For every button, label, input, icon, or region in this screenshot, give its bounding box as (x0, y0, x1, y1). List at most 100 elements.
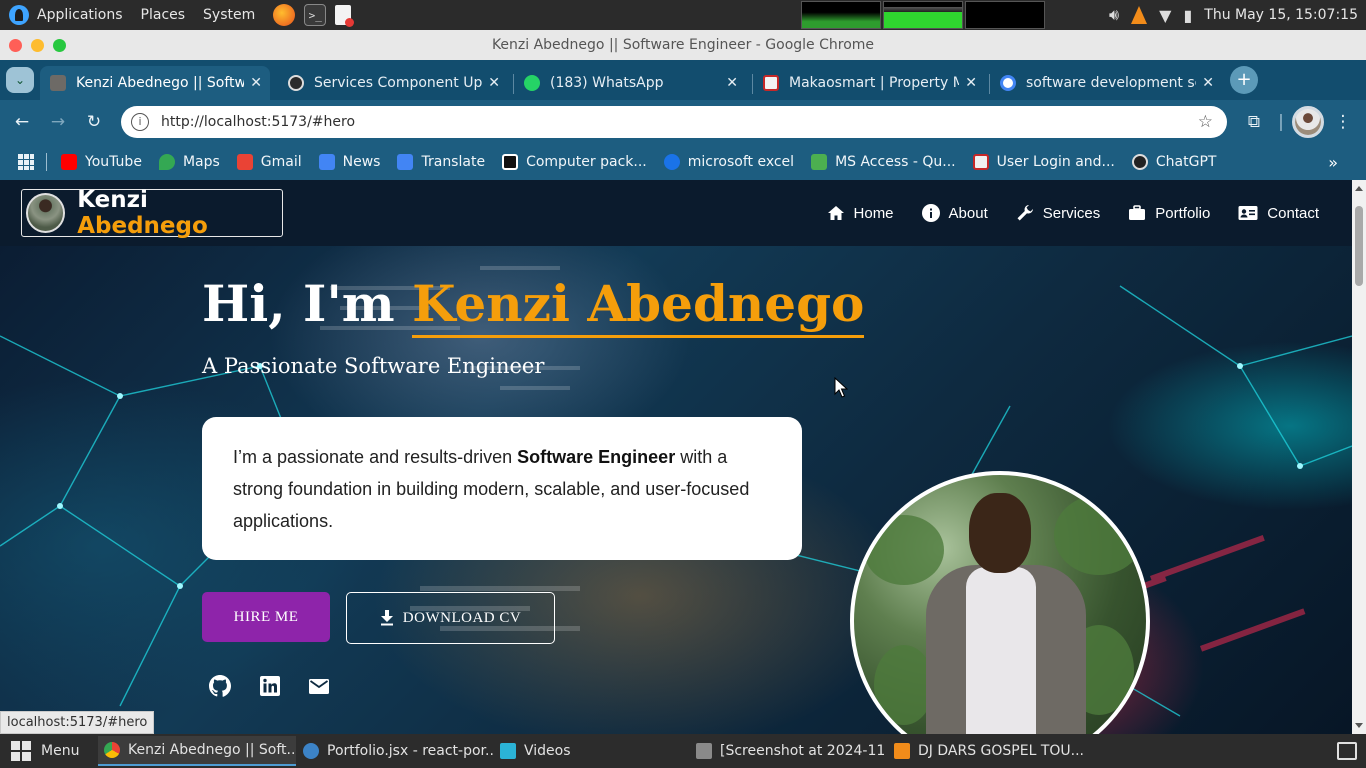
clock[interactable]: Thu May 15, 15:07:15 (1204, 7, 1358, 23)
tab-kenzi-abednego[interactable]: Kenzi Abednego || Software Engineer ✕ (40, 66, 270, 100)
briefcase-icon (1129, 205, 1146, 220)
terminal-launcher-icon[interactable]: >_ (304, 4, 327, 26)
tab-makaosmart[interactable]: Makaosmart | Property Management ✕ (753, 66, 985, 100)
chrome-icon (104, 742, 120, 758)
window-titlebar: Kenzi Abednego || Software Engineer - Go… (0, 30, 1366, 60)
tab-close-icon[interactable]: ✕ (726, 75, 738, 91)
nav-home[interactable]: Home (827, 205, 894, 222)
show-desktop-icon[interactable] (1337, 742, 1357, 760)
apps-grid-icon[interactable] (18, 154, 34, 170)
page-scrollbar[interactable] (1352, 180, 1366, 734)
os-taskbar: Menu Kenzi Abednego || Soft... Portfolio… (0, 734, 1366, 768)
bookmark-chatgpt[interactable]: ChatGPT (1131, 154, 1216, 170)
reload-icon[interactable]: ↻ (83, 112, 105, 132)
volume-icon[interactable]: 🔊︎ (1109, 5, 1119, 25)
window-close-button[interactable] (9, 39, 22, 52)
bookmark-star-icon[interactable]: ☆ (1198, 112, 1213, 132)
profile-avatar[interactable] (1292, 106, 1324, 138)
address-bar[interactable]: i http://localhost:5173/#hero ☆ (121, 106, 1227, 138)
github-link[interactable] (208, 674, 232, 698)
extensions-icon[interactable]: ⧉ (1243, 112, 1265, 132)
taskbar-item-videos[interactable]: Videos (494, 736, 684, 766)
download-icon (380, 610, 393, 626)
text-editor-launcher-icon[interactable] (335, 5, 355, 27)
bookmark-user-login[interactable]: User Login and... (972, 154, 1115, 170)
bookmark-ms-access[interactable]: MS Access - Qu... (811, 154, 956, 170)
os-menu-places[interactable]: Places (141, 7, 186, 23)
vlc-tray-icon[interactable] (1131, 6, 1148, 24)
tab-whatsapp[interactable]: (183) WhatsApp ✕ (514, 66, 746, 100)
about-summary-card: I’m a passionate and results-driven Soft… (202, 417, 802, 560)
github-icon (209, 675, 231, 697)
window-maximize-button[interactable] (53, 39, 66, 52)
tab-close-icon[interactable]: ✕ (488, 75, 500, 91)
email-icon (309, 679, 329, 694)
gmail-icon (236, 154, 253, 170)
os-logo-icon[interactable] (9, 5, 29, 25)
youtube-icon (61, 154, 77, 170)
taskbar-item-vlc[interactable]: DJ DARS GOSPEL TOU... (888, 736, 1088, 766)
bookmark-news[interactable]: News (318, 154, 380, 170)
excel-site-icon (663, 154, 680, 170)
os-menu-applications[interactable]: Applications (37, 7, 123, 23)
taskbar-menu-button[interactable]: Menu (11, 741, 79, 761)
tab-search-button[interactable]: ⌄ (6, 67, 34, 93)
wifi-icon[interactable]: ▼ (1159, 6, 1171, 25)
more-bookmarks-icon[interactable]: » (1328, 153, 1338, 172)
scroll-up-arrow-icon[interactable] (1355, 186, 1363, 191)
tab-title: Services Component Update (314, 75, 483, 91)
nav-portfolio[interactable]: Portfolio (1128, 205, 1210, 222)
new-tab-button[interactable]: + (1230, 66, 1258, 94)
tab-close-icon[interactable]: ✕ (1202, 75, 1214, 91)
mouse-cursor-icon (834, 377, 848, 398)
taskbar-item-chrome[interactable]: Kenzi Abednego || Soft... (98, 736, 296, 766)
site-brand[interactable]: Kenzi Abednego (21, 187, 283, 239)
chatgpt-icon (1131, 154, 1148, 170)
site-info-icon[interactable]: i (131, 113, 149, 131)
scroll-down-arrow-icon[interactable] (1355, 723, 1363, 728)
hire-me-button[interactable]: HIRE ME (202, 592, 330, 642)
tab-services-component[interactable]: Services Component Update ✕ (278, 66, 508, 100)
nav-about[interactable]: About (921, 204, 988, 222)
memory-monitor (883, 1, 963, 29)
brand-name: Kenzi Abednego (77, 187, 208, 239)
news-icon (318, 154, 335, 170)
nav-services[interactable]: Services (1016, 204, 1100, 222)
back-icon[interactable]: ← (11, 112, 33, 132)
tab-close-icon[interactable]: ✕ (250, 75, 262, 91)
tab-software-development[interactable]: software development services ✕ (990, 66, 1222, 100)
address-bar-url[interactable]: http://localhost:5173/#hero (161, 114, 355, 130)
tab-favicon (50, 75, 66, 91)
window-minimize-button[interactable] (31, 39, 44, 52)
taskbar-item-vscode[interactable]: Portfolio.jsx - react-por... (297, 736, 493, 766)
firefox-launcher-icon[interactable] (273, 4, 296, 26)
tab-close-icon[interactable]: ✕ (965, 75, 977, 91)
hero-section: Hi, I'm Kenzi Abednego A Passionate Soft… (0, 246, 1352, 734)
bookmark-microsoft-excel[interactable]: microsoft excel (663, 154, 794, 170)
tab-title: software development services (1026, 75, 1196, 91)
info-icon (921, 204, 940, 222)
bookmark-computer-pack[interactable]: Computer pack... (502, 154, 647, 170)
browser-menu-icon[interactable]: ⋮ (1332, 112, 1354, 132)
hero-title: Hi, I'm Kenzi Abednego (202, 274, 865, 338)
battery-icon[interactable]: ▮ (1183, 6, 1192, 25)
bookmark-youtube[interactable]: YouTube (61, 154, 142, 170)
bookmark-gmail[interactable]: Gmail (236, 154, 302, 170)
bookmark-maps[interactable]: Maps (158, 154, 220, 170)
bookmark-translate[interactable]: Translate (397, 154, 485, 170)
taskbar-item-screenshot[interactable]: [Screenshot at 2024-11... (690, 736, 886, 766)
tab-strip: ⌄ Kenzi Abednego || Software Engineer ✕ … (0, 60, 1366, 100)
download-cv-button[interactable]: DOWNLOAD CV (346, 592, 555, 644)
os-menu-system[interactable]: System (203, 7, 255, 23)
forward-icon[interactable]: → (47, 112, 69, 132)
folder-icon (500, 743, 516, 759)
scrollbar-thumb[interactable] (1355, 206, 1363, 286)
whatsapp-favicon (524, 75, 540, 91)
chatgpt-favicon (288, 75, 304, 91)
linkedin-link[interactable] (259, 675, 281, 697)
nav-contact[interactable]: Contact (1238, 205, 1319, 222)
hero-subtitle: A Passionate Software Engineer (202, 354, 545, 378)
email-link[interactable] (308, 677, 330, 695)
wrench-icon (1017, 205, 1033, 221)
os-top-panel: Applications Places System >_ 🔊︎ ▼ ▮ Thu… (0, 0, 1366, 30)
